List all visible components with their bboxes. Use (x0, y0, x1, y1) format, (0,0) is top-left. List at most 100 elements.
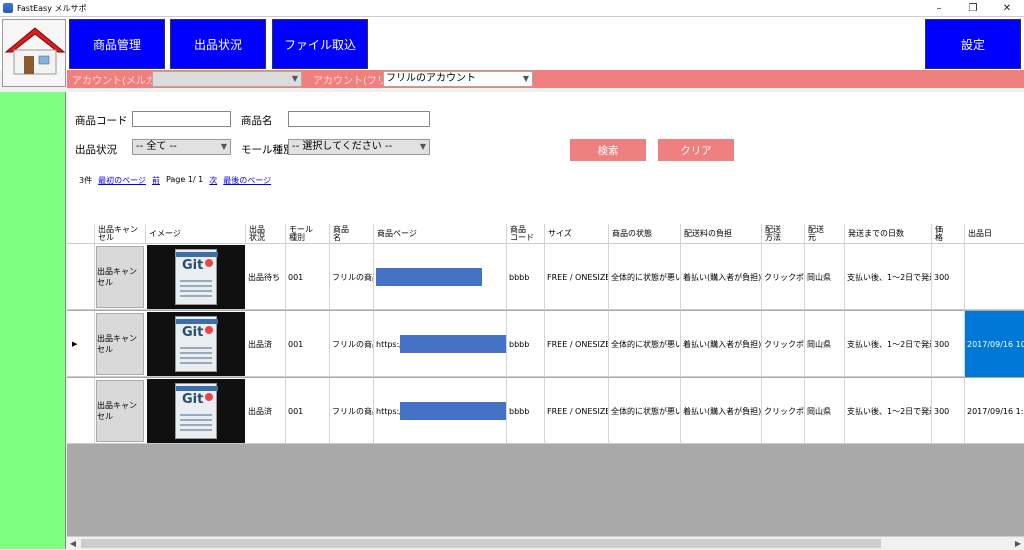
redacted-url (376, 268, 482, 286)
chevron-down-icon: ▼ (419, 142, 426, 151)
days-cell: 支払い後、1〜2日で発送 (845, 378, 932, 444)
mall-type-select[interactable]: -- 選択してください -- ▼ (288, 139, 430, 155)
code-cell: bbbb (507, 244, 545, 310)
col-header[interactable]: 価 格 (932, 224, 965, 244)
shipping-fee-cell: 着払い(購入者が負担) (681, 311, 762, 377)
size-cell: FREE / ONESIZE (545, 378, 609, 444)
page-cell[interactable]: https:/ (374, 311, 507, 377)
shipping-fee-cell: 着払い(購入者が負担) (681, 244, 762, 310)
product-code-label: 商品コード (75, 115, 128, 127)
mercari-account-select[interactable]: ▼ (152, 71, 302, 87)
cancel-listing-button[interactable]: 出品キャンセル (96, 313, 144, 375)
row-header[interactable] (67, 244, 95, 310)
col-header[interactable]: 配送料の負担 (681, 224, 762, 244)
date-cell-selected[interactable]: 2017/09/16 10:1 (965, 311, 1024, 377)
date-cell: 2017/09/16 1:34 (967, 406, 1024, 416)
mall-type-label: モール種別 (241, 144, 294, 156)
price-cell: 300 (932, 244, 965, 310)
col-header[interactable]: 配送 元 (805, 224, 845, 244)
condition-cell: 全体的に状態が悪い (609, 311, 681, 377)
maximize-button[interactable]: ❐ (956, 0, 990, 16)
code-cell: bbbb (507, 378, 545, 444)
scroll-right-icon[interactable]: ▶ (1012, 537, 1024, 550)
col-header[interactable]: 商品 コード (507, 224, 545, 244)
col-header[interactable]: 配送 方法 (762, 224, 805, 244)
minimize-button[interactable]: – (922, 0, 956, 16)
name-cell: フリルの商品 (330, 311, 374, 377)
product-image: Git (147, 379, 245, 443)
table-row[interactable]: 出品キャンセル Git 出品待ち 001 フリルの商品 bbbb FREE / … (67, 244, 1024, 310)
date-cell (965, 244, 1024, 310)
product-management-button[interactable]: 商品管理 (69, 19, 165, 69)
scroll-left-icon[interactable]: ◀ (67, 537, 79, 550)
mall-cell: 001 (286, 378, 330, 444)
result-count: 3件 (79, 176, 93, 185)
chevron-down-icon: ▼ (522, 74, 529, 83)
next-page-link[interactable]: 次 (209, 175, 217, 186)
redacted-url (400, 335, 506, 353)
listing-status-button[interactable]: 出品状況 (170, 19, 266, 69)
col-header[interactable]: 発送までの日数 (845, 224, 932, 244)
file-import-button[interactable]: ファイル取込 (272, 19, 368, 69)
top-nav: 商品管理 出品状況 ファイル取込 設定 (0, 16, 1024, 87)
shipping-fee-cell: 着払い(購入者が負担) (681, 378, 762, 444)
size-cell: FREE / ONESIZE (545, 244, 609, 310)
scroll-thumb[interactable] (81, 539, 881, 548)
cancel-listing-button[interactable]: 出品キャンセル (96, 246, 144, 308)
redacted-url (400, 402, 506, 420)
listing-status-label: 出品状況 (75, 144, 117, 156)
product-name-label: 商品名 (241, 115, 273, 127)
col-header[interactable]: 出品キャンセル (95, 224, 146, 244)
house-icon (4, 27, 66, 75)
origin-cell: 岡山県 (805, 311, 845, 377)
last-page-link[interactable]: 最後のページ (223, 175, 271, 186)
status-cell: 出品済 (246, 311, 286, 377)
window-title: FastEasy メルサポ (17, 3, 87, 13)
row-header[interactable] (67, 378, 95, 444)
current-row-icon: ▶ (72, 340, 78, 348)
search-button[interactable]: 検索 (570, 139, 646, 161)
col-header[interactable]: イメージ (146, 224, 246, 244)
listing-status-select[interactable]: -- 全て -- ▼ (132, 139, 231, 155)
product-code-input[interactable] (132, 111, 231, 127)
col-header[interactable]: 商品の状態 (609, 224, 681, 244)
product-image: Git (147, 245, 245, 309)
col-header[interactable]: モール 種別 (286, 224, 330, 244)
col-header[interactable]: 出品日 (965, 224, 1024, 244)
product-image: Git (147, 312, 245, 376)
col-header[interactable]: サイズ (545, 224, 609, 244)
col-header[interactable]: 出品 状況 (246, 224, 286, 244)
name-cell: フリルの商品 (330, 378, 374, 444)
search-panel: 商品コード 商品名 出品状況 -- 全て -- ▼ モール種別 -- 選択してく… (67, 92, 1024, 224)
row-header-corner (67, 224, 95, 244)
prev-page-link[interactable]: 前 (152, 175, 160, 186)
home-button[interactable] (2, 19, 66, 87)
horizontal-scrollbar[interactable]: ◀ ▶ (67, 536, 1024, 549)
name-cell: フリルの商品 (330, 244, 374, 310)
code-cell: bbbb (507, 311, 545, 377)
clear-button[interactable]: クリア (658, 139, 734, 161)
sidebar (0, 92, 66, 549)
cancel-listing-button[interactable]: 出品キャンセル (96, 380, 144, 442)
close-button[interactable]: ✕ (990, 0, 1024, 16)
col-header[interactable]: 商品ページ (374, 224, 507, 244)
origin-cell: 岡山県 (805, 378, 845, 444)
settings-button[interactable]: 設定 (925, 19, 1021, 69)
table-row[interactable]: 出品キャンセル Git 出品済 001 フリルの商品 https:/ bbbb … (67, 378, 1024, 444)
app-icon (3, 3, 13, 13)
method-cell: クリックポスト (762, 244, 805, 310)
chevron-down-icon: ▼ (291, 74, 298, 83)
days-cell: 支払い後、1〜2日で発送 (845, 244, 932, 310)
price-cell: 300 (932, 378, 965, 444)
size-cell: FREE / ONESIZE (545, 311, 609, 377)
listing-grid[interactable]: 出品キャンセル イメージ 出品 状況 モール 種別 商品 名 商品ページ 商品 … (67, 224, 1024, 536)
page-cell[interactable] (374, 244, 507, 310)
page-cell[interactable]: https:/ (374, 378, 507, 444)
table-row[interactable]: ▶ 出品キャンセル Git 出品済 001 フリルの商品 https:/ bbb… (67, 311, 1024, 377)
first-page-link[interactable]: 最初のページ (98, 175, 146, 186)
account-bar: アカウント(メルカリ) ▼ アカウント(フリル) フリルのアカウント ▼ (67, 70, 1024, 88)
fril-account-select[interactable]: フリルのアカウント ▼ (383, 71, 533, 87)
col-header[interactable]: 商品 名 (330, 224, 374, 244)
row-header[interactable]: ▶ (67, 311, 95, 377)
product-name-input[interactable] (288, 111, 430, 127)
